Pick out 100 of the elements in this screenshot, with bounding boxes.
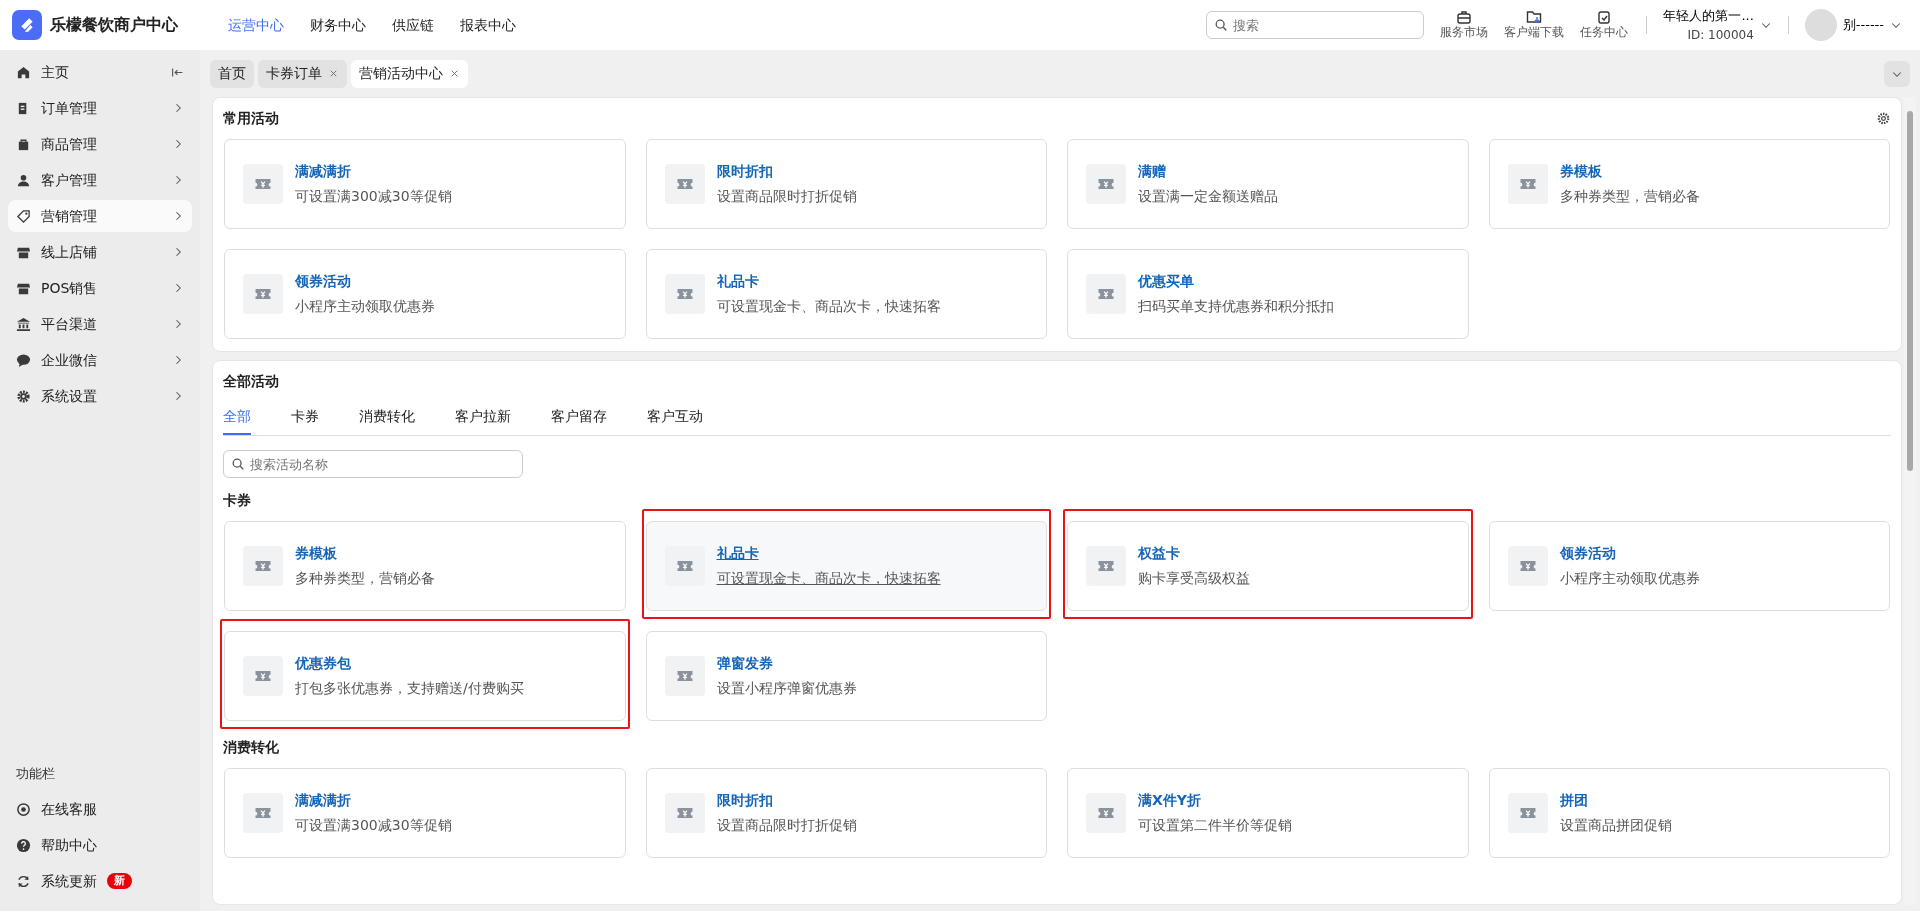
ticket-icon: [664, 793, 705, 833]
activity-card[interactable]: 礼品卡 可设置现金卡、商品次卡，快速拓客: [645, 249, 1047, 339]
nav-tab[interactable]: 运营中心: [218, 10, 294, 40]
category-tab[interactable]: 消费转化: [359, 402, 415, 435]
logo-icon: [12, 10, 42, 40]
activity-card[interactable]: 满X件Y折 可设置第二件半价等促销: [1067, 768, 1469, 858]
sidebar-item[interactable]: 在线客服: [8, 793, 192, 825]
search-field[interactable]: 搜索: [1206, 11, 1425, 39]
sidebar-item[interactable]: 平台渠道: [8, 308, 192, 340]
category-tab[interactable]: 客户留存: [551, 402, 607, 435]
activity-card[interactable]: 限时折扣 设置商品限时打折促销: [645, 139, 1047, 229]
ticket-icon: [664, 656, 705, 696]
ticket-icon: [243, 274, 283, 314]
close-icon[interactable]: [449, 68, 460, 79]
activity-description: 设置商品限时打折促销: [716, 187, 857, 206]
app-title: 乐檬餐饮商户中心: [50, 14, 178, 36]
close-icon[interactable]: [328, 68, 339, 79]
activity-card[interactable]: 满赠 设置满一定金额送赠品: [1067, 139, 1469, 229]
activity-card[interactable]: 权益卡 购卡享受高级权益: [1067, 521, 1469, 611]
tag-icon: [16, 208, 31, 224]
nav-tab[interactable]: 报表中心: [450, 10, 526, 40]
account-name: 年轻人的第一...: [1663, 7, 1754, 26]
ticket-icon: [243, 164, 283, 204]
activity-card[interactable]: 限时折扣 设置商品限时打折促销: [645, 768, 1047, 858]
toolbar-button[interactable]: 客户端下载: [1496, 9, 1573, 41]
activity-card[interactable]: 优惠买单 扫码买单支持优惠券和积分抵扣: [1067, 249, 1469, 339]
expand-button[interactable]: [1884, 60, 1910, 87]
sidebar-item[interactable]: 订单管理: [8, 92, 192, 124]
activity-card[interactable]: 领券活动 小程序主动领取优惠券: [224, 249, 626, 339]
category-tab[interactable]: 客户拉新: [455, 402, 511, 435]
gear-icon[interactable]: [1876, 111, 1891, 126]
activity-description: 小程序主动领取优惠券: [295, 297, 435, 316]
collapse-icon[interactable]: [171, 65, 184, 79]
user-menu[interactable]: 别------: [1798, 8, 1908, 42]
activity-card[interactable]: 领券活动 小程序主动领取优惠券: [1488, 521, 1890, 611]
activity-description: 可设置现金卡、商品次卡，快速拓客: [716, 297, 941, 316]
activity-card[interactable]: 券模板 多种券类型，营销必备: [1488, 139, 1890, 229]
sidebar-item[interactable]: 商品管理: [8, 128, 192, 160]
activity-card[interactable]: 满减满折 可设置满300减30等促销: [224, 768, 626, 858]
search-icon: [1214, 18, 1229, 32]
scrollbar-thumb[interactable]: [1907, 111, 1913, 471]
ticket-icon: [664, 274, 705, 314]
activity-description: 设置小程序弹窗优惠券: [716, 679, 857, 698]
sidebar-item[interactable]: 线上店铺: [8, 236, 192, 268]
activity-description: 设置商品限时打折促销: [716, 816, 857, 835]
activity-title: 券模板: [1559, 162, 1603, 181]
activity-title: 优惠券包: [295, 654, 352, 673]
ticket-icon: [1507, 164, 1548, 204]
activity-description: 设置商品拼团促销: [1559, 816, 1672, 835]
activity-card[interactable]: 礼品卡 可设置现金卡、商品次卡，快速拓客: [645, 521, 1047, 611]
toolbar-button[interactable]: 任务中心: [1572, 9, 1637, 41]
ticket-icon: [243, 656, 283, 696]
activity-card[interactable]: 拼团 设置商品拼团促销: [1488, 768, 1890, 858]
activity-card[interactable]: 弹窗发券 设置小程序弹窗优惠券: [645, 631, 1047, 721]
folder-download-icon: [1526, 9, 1543, 26]
activity-description: 可设置第二件半价等促销: [1138, 816, 1292, 835]
category-tab[interactable]: 客户互动: [647, 402, 703, 435]
bank-icon: [16, 316, 31, 332]
sidebar-item[interactable]: 营销管理: [8, 200, 192, 232]
page-tab[interactable]: 营销活动中心: [351, 59, 468, 88]
activity-title: 限时折扣: [716, 791, 774, 810]
sidebar-item[interactable]: 企业微信: [8, 344, 192, 376]
sidebar-item[interactable]: 主页: [8, 56, 192, 88]
activity-description: 可设置满300减30等促销: [295, 187, 452, 206]
headset-icon: [16, 801, 31, 817]
activity-description: 扫码买单支持优惠券和积分抵扣: [1138, 297, 1334, 316]
sidebar-item[interactable]: 系统更新 新: [8, 865, 192, 897]
activity-title: 权益卡: [1138, 544, 1181, 563]
ticket-icon: [1507, 546, 1548, 586]
ticket-icon: [243, 546, 283, 586]
activity-title: 弹窗发券: [716, 654, 774, 673]
toolbar-button[interactable]: 服务市场: [1432, 9, 1497, 41]
avatar: [1804, 9, 1837, 41]
search-field[interactable]: 搜索活动名称: [223, 450, 523, 478]
activity-card[interactable]: 券模板 多种券类型，营销必备: [224, 521, 626, 611]
sidebar-item[interactable]: 客户管理: [8, 164, 192, 196]
activity-description: 购卡享受高级权益: [1138, 569, 1250, 588]
section-title: 全部活动: [223, 372, 280, 391]
person-icon: [16, 172, 31, 188]
page-tab[interactable]: 卡券订单: [258, 59, 347, 88]
nav-tab[interactable]: 财务中心: [300, 10, 376, 40]
activity-title: 满X件Y折: [1138, 791, 1202, 810]
new-badge: 新: [107, 873, 132, 889]
account-switcher[interactable]: 年轻人的第一... ID: 100004: [1657, 5, 1778, 45]
activity-title: 满赠: [1138, 162, 1167, 181]
activity-title: 领券活动: [1559, 544, 1617, 563]
sidebar-item[interactable]: 帮助中心: [8, 829, 192, 861]
category-tab[interactable]: 全部: [223, 402, 251, 435]
activity-card[interactable]: 优惠券包 打包多张优惠券，支持赠送/付费购买: [224, 631, 626, 721]
search-icon: [231, 457, 245, 471]
ticket-icon: [664, 164, 705, 204]
sidebar-item[interactable]: POS销售: [8, 272, 192, 304]
ticket-icon: [1086, 164, 1126, 204]
nav-tab[interactable]: 供应链: [382, 10, 444, 40]
sidebar-item[interactable]: 系统设置: [8, 380, 192, 412]
activity-card[interactable]: 满减满折 可设置满300减30等促销: [224, 139, 626, 229]
activity-title: 限时折扣: [716, 162, 774, 181]
category-tab[interactable]: 卡券: [291, 402, 319, 435]
section-title: 常用活动: [223, 109, 280, 128]
page-tab[interactable]: 首页: [210, 59, 254, 88]
